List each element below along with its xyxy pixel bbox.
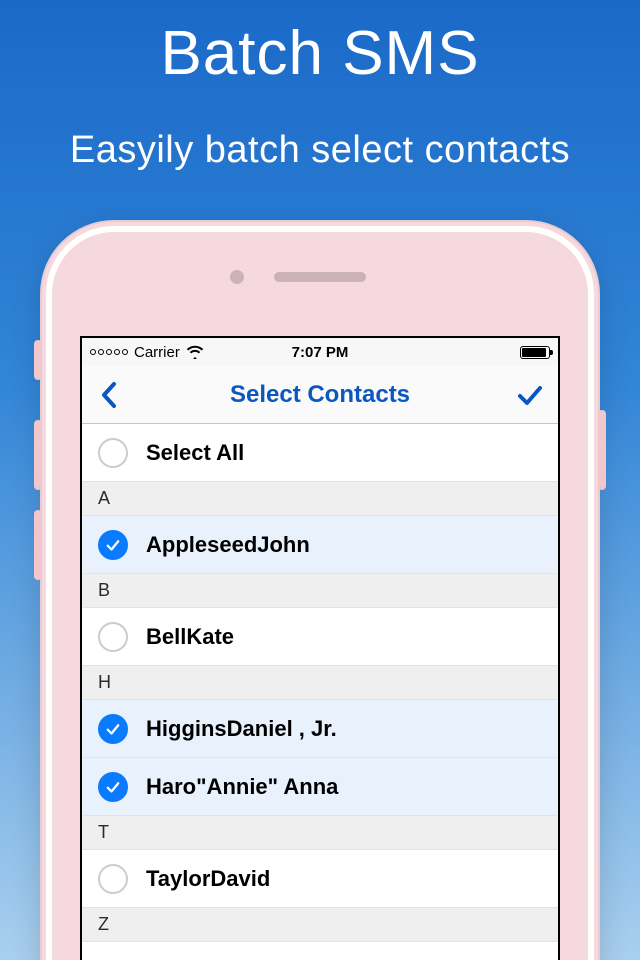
phone-volume-down bbox=[34, 510, 42, 580]
phone-camera-dot bbox=[230, 270, 244, 284]
contact-name: AppleseedJohn bbox=[146, 532, 310, 558]
phone-volume-up bbox=[34, 420, 42, 490]
section-header: H bbox=[82, 666, 558, 700]
contact-checkbox[interactable] bbox=[98, 622, 128, 652]
signal-strength-icon bbox=[90, 349, 128, 355]
contact-row[interactable]: Haro"Annie" Anna bbox=[82, 758, 558, 816]
contact-row[interactable]: AppleseedJohn bbox=[82, 516, 558, 574]
carrier-label: Carrier bbox=[134, 344, 180, 361]
status-bar: Carrier 7:07 PM bbox=[82, 338, 558, 366]
select-all-row[interactable]: Select All bbox=[82, 424, 558, 482]
back-button[interactable] bbox=[90, 375, 130, 415]
contact-checkbox[interactable] bbox=[98, 714, 128, 744]
contact-row[interactable]: HigginsDaniel , Jr. bbox=[82, 700, 558, 758]
phone-mockup: Carrier 7:07 PM Select Contacts bbox=[40, 220, 600, 960]
contact-row[interactable]: BellKate bbox=[82, 608, 558, 666]
section-header: A bbox=[82, 482, 558, 516]
checkmark-icon bbox=[517, 384, 543, 406]
confirm-button[interactable] bbox=[510, 375, 550, 415]
app-screen: Carrier 7:07 PM Select Contacts bbox=[80, 336, 560, 960]
promo-background: Batch SMS Easyily batch select contacts … bbox=[0, 0, 640, 960]
contact-name: HigginsDaniel , Jr. bbox=[146, 716, 337, 742]
battery-icon bbox=[520, 346, 550, 359]
section-header: T bbox=[82, 816, 558, 850]
chevron-left-icon bbox=[100, 381, 120, 409]
status-time: 7:07 PM bbox=[292, 344, 349, 361]
phone-speaker bbox=[274, 272, 366, 282]
contact-name: BellKate bbox=[146, 624, 234, 650]
select-all-checkbox[interactable] bbox=[98, 438, 128, 468]
nav-title: Select Contacts bbox=[230, 381, 410, 409]
contact-checkbox[interactable] bbox=[98, 864, 128, 894]
contact-checkbox[interactable] bbox=[98, 772, 128, 802]
contact-name: Haro"Annie" Anna bbox=[146, 774, 338, 800]
contact-row[interactable]: TaylorDavid bbox=[82, 850, 558, 908]
promo-headline: Batch SMS bbox=[0, 0, 640, 89]
status-carrier: Carrier bbox=[90, 344, 204, 361]
contacts-list[interactable]: Select All A AppleseedJohn B BellKate H Higgi… bbox=[82, 424, 558, 942]
section-header: Z bbox=[82, 908, 558, 942]
promo-subhead: Easyily batch select contacts bbox=[0, 129, 640, 172]
section-header: B bbox=[82, 574, 558, 608]
contact-checkbox[interactable] bbox=[98, 530, 128, 560]
contact-name: TaylorDavid bbox=[146, 866, 270, 892]
phone-face: Carrier 7:07 PM Select Contacts bbox=[52, 232, 588, 960]
select-all-label: Select All bbox=[146, 440, 244, 466]
phone-power-button bbox=[598, 410, 606, 490]
wifi-icon bbox=[186, 345, 204, 359]
phone-mute-switch bbox=[34, 340, 42, 380]
nav-bar: Select Contacts bbox=[82, 366, 558, 424]
